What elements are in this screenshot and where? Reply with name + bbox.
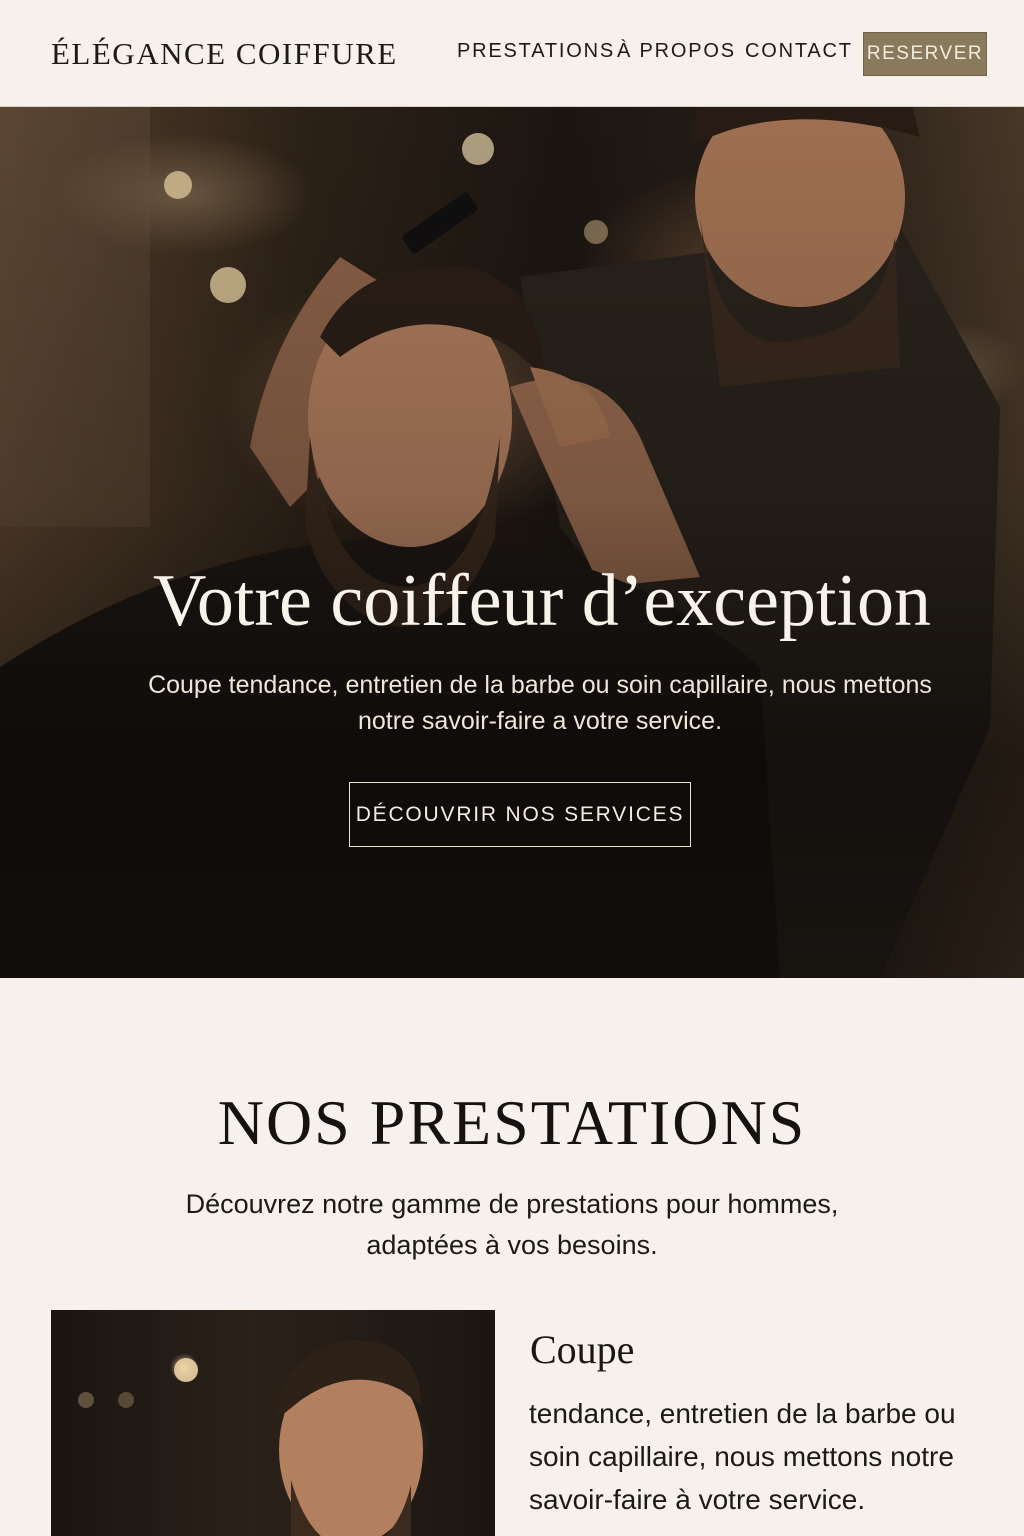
hero-title: Votre coiffeur d’exception bbox=[152, 560, 932, 642]
discover-services-button[interactable]: DÉCOUVRIR NOS SERVICES bbox=[349, 782, 691, 847]
services-title: NOS PRESTATIONS bbox=[217, 1087, 807, 1158]
service-card-title: Coupe bbox=[530, 1327, 635, 1372]
site-logo[interactable]: ÉLÉGANCE COIFFURE bbox=[51, 36, 398, 72]
hero-subtitle: Coupe tendance, entretien de la barbe ou… bbox=[148, 671, 932, 735]
service-photo-man-portrait bbox=[78, 1340, 423, 1536]
nav-link-prestations[interactable]: PRESTATIONS bbox=[457, 40, 615, 63]
nav-link-contact[interactable]: CONTACT bbox=[745, 40, 853, 63]
services-subtitle: Découvrez notre gamme de prestations pou… bbox=[185, 1189, 839, 1260]
hero-overlay bbox=[0, 107, 1024, 978]
site-header: ÉLÉGANCE COIFFURE PRESTATIONS À PROPOS C… bbox=[0, 0, 1024, 107]
service-card-text: tendance, entretien de la barbe ou soin … bbox=[529, 1398, 956, 1515]
service-card-image bbox=[51, 1310, 495, 1536]
hero-section: Votre coiffeur d’exception Coupe tendanc… bbox=[0, 107, 1024, 978]
nav-link-a-propos[interactable]: À PROPOS bbox=[617, 40, 736, 63]
reserve-button[interactable]: RESERVER bbox=[863, 32, 987, 76]
